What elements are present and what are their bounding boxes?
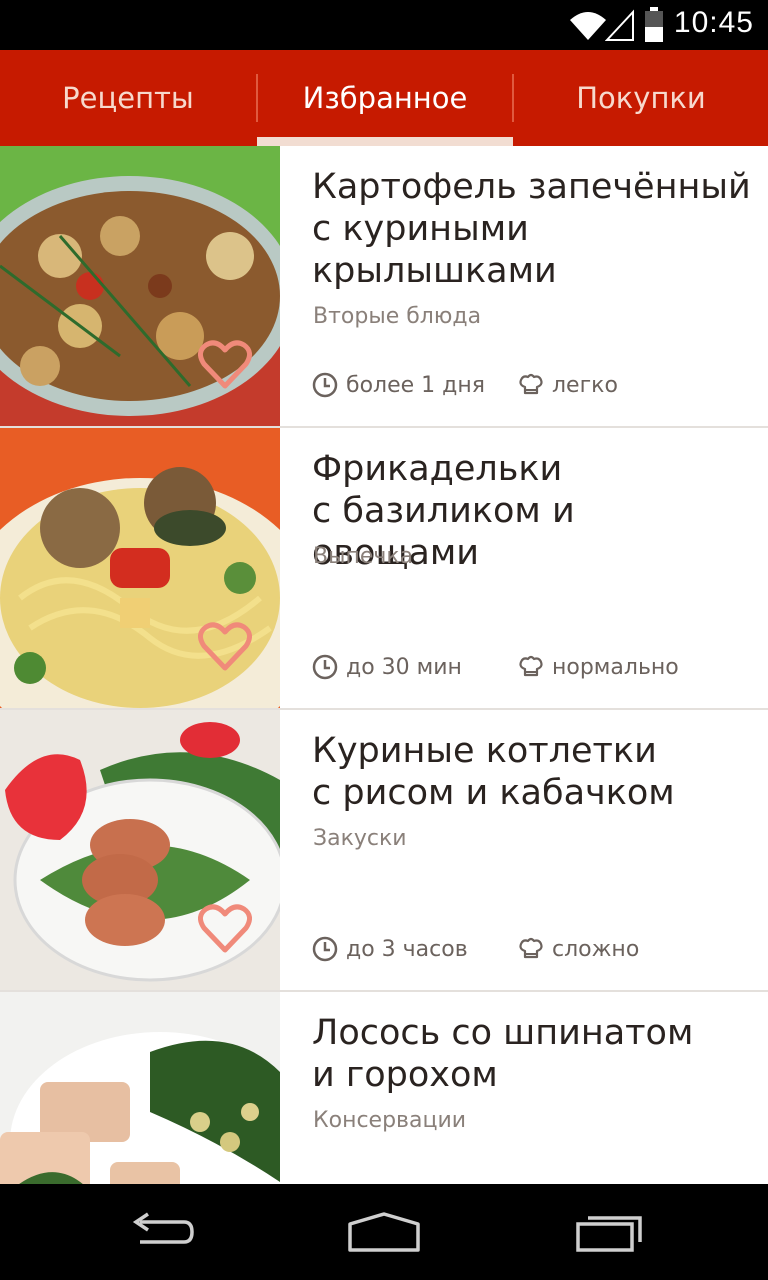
recipe-photo [0,710,280,990]
recipe-category: Консервации [313,1108,467,1133]
recipe-difficulty: легко [518,370,618,400]
tab-shopping[interactable]: Покупки [514,50,768,146]
tab-favorites[interactable]: Избранное [257,50,513,146]
recipe-difficulty-label: нормально [552,654,679,680]
recipe-time-label: более 1 дня [346,372,485,398]
recipe-title[interactable]: Лосось со шпинатом и горохом [312,1012,752,1096]
heart-icon[interactable] [198,622,252,672]
navigation-bar [0,1184,768,1280]
heart-icon[interactable] [198,904,252,954]
recipe-title[interactable]: Картофель запечённый с куриными крылышка… [312,166,752,292]
recipe-photo [0,428,280,708]
recipe-time: до 3 часов [312,934,468,964]
recipe-card[interactable]: Фрикадельки с базиликом и овощами Выпечк… [0,428,768,710]
recipe-card[interactable]: Лосось со шпинатом и горохом Консервации [0,992,768,1184]
recipe-time: более 1 дня [312,370,485,400]
heart-icon[interactable] [198,340,252,390]
active-tab-indicator [257,137,513,146]
recipe-list[interactable]: Картофель запечённый с куриными крылышка… [0,146,768,1184]
recipe-time-label: до 3 часов [346,936,468,962]
recipe-difficulty-label: легко [552,372,618,398]
recipe-card[interactable]: Куриные котлетки с рисом и кабачком Заку… [0,710,768,992]
status-bar: 10:45 [0,0,768,50]
tab-bar: Рецепты Избранное Покупки [0,50,768,146]
wifi-icon [570,12,606,40]
recipe-title[interactable]: Куриные котлетки с рисом и кабачком [312,730,752,814]
recipe-category: Закуски [313,826,407,851]
recipe-card[interactable]: Картофель запечённый с куриными крылышка… [0,146,768,428]
chef-hat-icon [519,937,543,959]
battery-icon [645,7,663,42]
recipe-time: до 30 мин [312,652,462,682]
chef-hat-icon [519,373,543,395]
clock-icon [312,372,338,398]
recipe-difficulty: сложно [518,934,639,964]
clock-icon [312,936,338,962]
home-icon[interactable] [346,1210,422,1254]
recipe-photo [0,146,280,426]
recipe-difficulty: нормально [518,652,679,682]
recipe-time-label: до 30 мин [346,654,462,680]
recent-apps-icon[interactable] [574,1210,644,1254]
recipe-difficulty-label: сложно [552,936,640,962]
signal-icon [605,9,634,41]
clock-icon [312,654,338,680]
back-icon[interactable] [126,1210,196,1254]
status-time: 10:45 [673,6,754,39]
chef-hat-icon [519,655,543,677]
recipe-category: Вторые блюда [313,304,482,329]
recipe-photo [0,992,280,1184]
tab-recipes[interactable]: Рецепты [0,50,256,146]
recipe-category: Выпечка [313,544,414,569]
